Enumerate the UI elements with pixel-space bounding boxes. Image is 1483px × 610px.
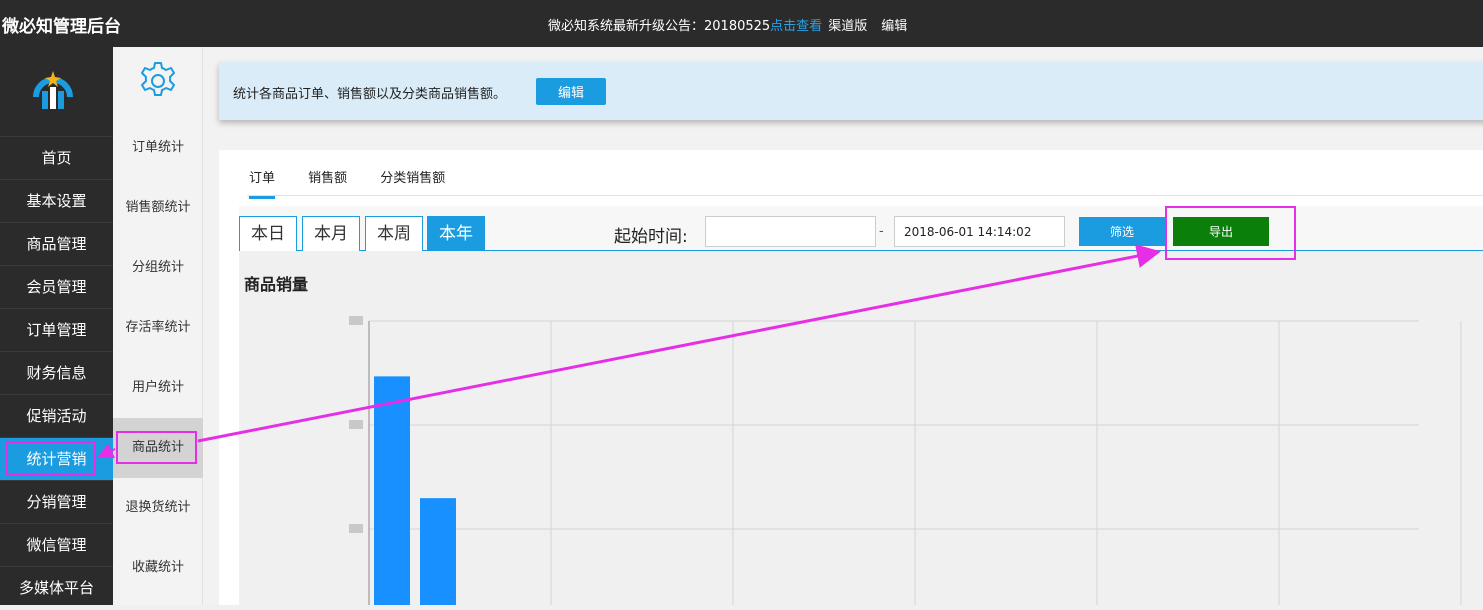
main-nav: 首页 基本设置 商品管理 会员管理 订单管理 财务信息 促销活动 统计营销 分销… xyxy=(0,136,113,609)
subnav-item-order-stats[interactable]: 订单统计 xyxy=(113,118,203,178)
sidebar-item-orders[interactable]: 订单管理 xyxy=(0,308,113,351)
y-tick-label xyxy=(349,420,363,429)
period-month-button[interactable]: 本月 xyxy=(302,216,360,251)
sidebar-item-finance[interactable]: 财务信息 xyxy=(0,351,113,394)
notice-link[interactable]: 点击查看 xyxy=(770,19,822,34)
main-sidebar: 首页 基本设置 商品管理 会员管理 订单管理 财务信息 促销活动 统计营销 分销… xyxy=(0,47,113,605)
info-banner: 统计各商品订单、销售额以及分类商品销售额。 编辑 xyxy=(219,62,1483,120)
info-edit-button[interactable]: 编辑 xyxy=(536,78,606,105)
notice-channel: 渠道版 xyxy=(828,19,868,34)
info-text: 统计各商品订单、销售额以及分类商品销售额。 xyxy=(233,87,507,102)
subnav-item-group-stats[interactable]: 分组统计 xyxy=(113,238,203,298)
chart-bar[interactable] xyxy=(420,498,456,605)
end-time-input[interactable] xyxy=(894,216,1065,247)
subnav-item-user-stats[interactable]: 用户统计 xyxy=(113,358,203,418)
system-notice: 微必知系统最新升级公告：20180525点击查看 渠道版 编辑 xyxy=(548,15,907,34)
subnav-item-retention-stats[interactable]: 存活率统计 xyxy=(113,298,203,358)
tab-sales[interactable]: 销售额 xyxy=(308,167,347,196)
sidebar-item-home[interactable]: 首页 xyxy=(0,136,113,179)
subnav-item-sales-stats[interactable]: 销售额统计 xyxy=(113,178,203,238)
notice-edit-link[interactable]: 编辑 xyxy=(881,19,907,34)
start-time-label: 起始时间: xyxy=(614,227,688,247)
sidebar-item-wechat[interactable]: 微信管理 xyxy=(0,523,113,566)
tab-bar: 订单 销售额 分类销售额 xyxy=(249,167,473,199)
app-logo xyxy=(33,71,73,109)
chart-bar[interactable] xyxy=(374,376,410,605)
sidebar-item-members[interactable]: 会员管理 xyxy=(0,265,113,308)
notice-text: 微必知系统最新升级公告：20180525 xyxy=(548,19,771,34)
sidebar-item-media[interactable]: 多媒体平台 xyxy=(0,566,113,609)
chart-area: 商品销量 xyxy=(239,251,1483,605)
sub-nav: 订单统计 销售额统计 分组统计 存活率统计 用户统计 商品统计 退换货统计 收藏… xyxy=(113,118,203,598)
export-highlight-box xyxy=(1165,206,1296,260)
sidebar-item-distribution[interactable]: 分销管理 xyxy=(0,480,113,523)
sub-sidebar: 订单统计 销售额统计 分组统计 存活率统计 用户统计 商品统计 退换货统计 收藏… xyxy=(113,47,203,605)
subnav-item-favorite-stats[interactable]: 收藏统计 xyxy=(113,538,203,598)
main-content: 统计各商品订单、销售额以及分类商品销售额。 编辑 订单 销售额 分类销售额 本日… xyxy=(203,47,1483,605)
top-bar: 微必知管理后台 微必知系统最新升级公告：20180525点击查看 渠道版 编辑 xyxy=(0,0,1483,47)
tab-category-sales[interactable]: 分类销售额 xyxy=(380,167,445,196)
sidebar-item-basic-settings[interactable]: 基本设置 xyxy=(0,179,113,222)
period-today-button[interactable]: 本日 xyxy=(239,216,297,251)
filter-button[interactable]: 筛选 xyxy=(1079,217,1165,246)
tab-divider xyxy=(247,195,1483,196)
gear-icon xyxy=(141,62,175,96)
subnav-item-return-stats[interactable]: 退换货统计 xyxy=(113,478,203,538)
period-week-button[interactable]: 本周 xyxy=(365,216,423,251)
brand-title: 微必知管理后台 xyxy=(2,17,121,37)
statistics-highlight-box xyxy=(6,441,96,476)
filter-bar: 本日 本月 本周 本年 起始时间: - 筛选 导出 xyxy=(239,206,1483,251)
sales-bar-chart xyxy=(349,316,1462,605)
y-tick-label xyxy=(349,316,363,325)
date-range-dash: - xyxy=(879,224,884,239)
y-tick-label xyxy=(349,524,363,533)
sidebar-item-products[interactable]: 商品管理 xyxy=(0,222,113,265)
sidebar-item-promotions[interactable]: 促销活动 xyxy=(0,394,113,437)
start-time-input[interactable] xyxy=(705,216,876,247)
period-year-button[interactable]: 本年 xyxy=(427,216,485,251)
product-stats-highlight-box xyxy=(116,431,197,464)
